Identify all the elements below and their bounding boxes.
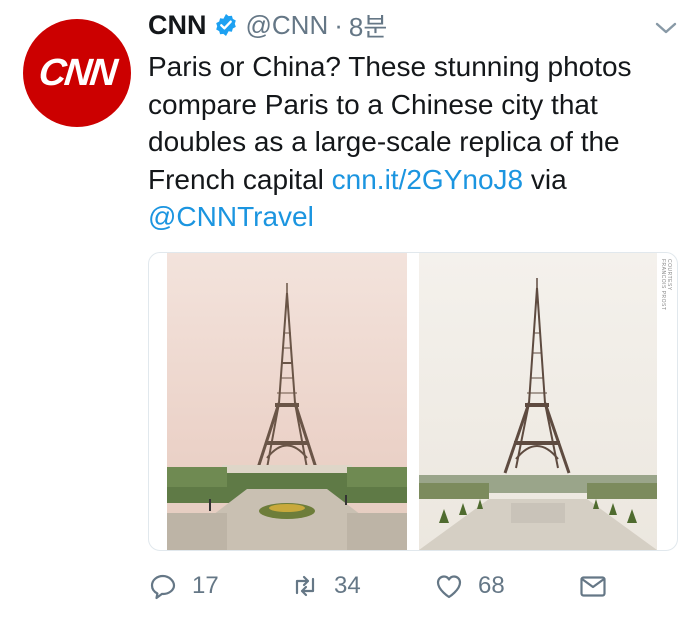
like-button[interactable]: 68 <box>434 566 505 606</box>
chevron-down-icon[interactable] <box>652 14 680 42</box>
verified-badge-icon <box>215 14 236 36</box>
reply-button[interactable]: 17 <box>148 566 219 606</box>
direct-message-button[interactable] <box>578 566 608 606</box>
retweet-button[interactable]: 34 <box>290 566 361 606</box>
retweet-count: 34 <box>334 572 361 599</box>
reply-icon <box>150 574 176 600</box>
timestamp[interactable]: 8분 <box>349 7 387 44</box>
action-bar: 17 34 68 <box>148 566 678 606</box>
retweet-icon <box>295 575 315 597</box>
photo-credit: COURTESY FRANCOIS PROST <box>660 259 672 311</box>
like-icon <box>436 575 462 599</box>
display-name[interactable]: CNN <box>148 10 207 41</box>
direct-message-icon <box>580 576 606 597</box>
separator: · <box>334 9 343 40</box>
like-count: 68 <box>478 572 505 599</box>
avatar[interactable]: CNN <box>23 19 131 127</box>
cnn-logo: CNN <box>36 51 118 94</box>
eiffel-replica-photo[interactable] <box>167 253 407 550</box>
tweet-text: Paris or China? These stunning photos co… <box>148 48 678 236</box>
eiffel-paris-photo[interactable] <box>419 253 657 550</box>
tweet-header: CNN @CNN · 8분 <box>148 8 387 42</box>
mention-link[interactable]: @CNNTravel <box>148 201 314 232</box>
tweet-link[interactable]: cnn.it/2GYnoJ8 <box>332 164 523 195</box>
reply-count: 17 <box>192 572 219 599</box>
media-container[interactable]: COURTESY FRANCOIS PROST <box>148 252 678 551</box>
handle[interactable]: @CNN <box>246 10 329 41</box>
tweet-via: via <box>523 163 567 195</box>
